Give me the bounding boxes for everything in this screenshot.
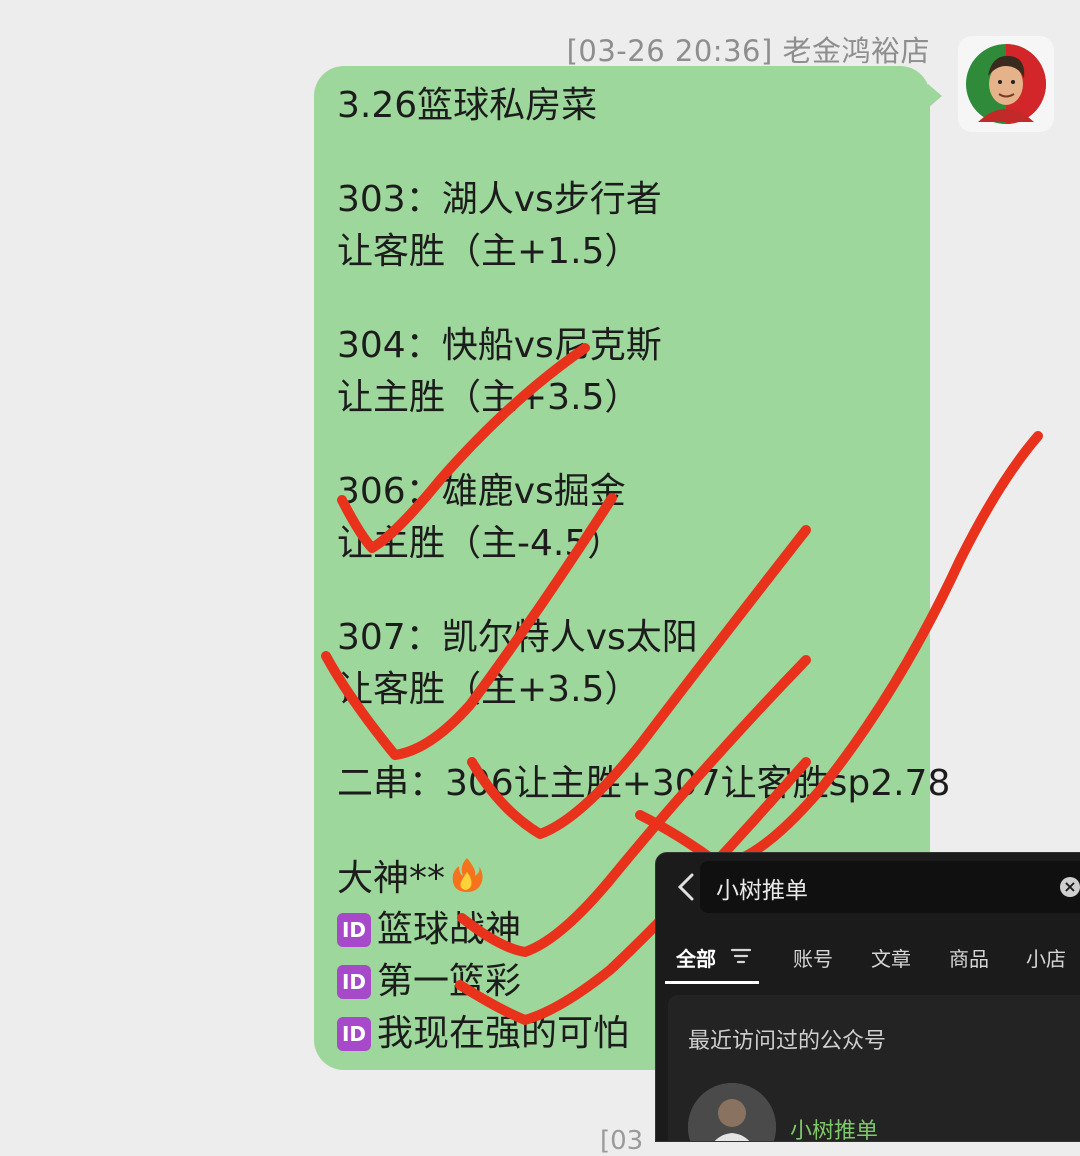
match-line-307: 307：凯尔特人vs太阳: [337, 617, 698, 658]
search-input[interactable]: 小树推单 ×: [700, 861, 1080, 913]
back-arrow-icon[interactable]: [672, 871, 700, 903]
search-query: 小树推单: [716, 878, 808, 904]
tab-all[interactable]: 全部: [676, 943, 716, 972]
id-line-text: 第一篮彩: [377, 961, 522, 1002]
search-tabs: 全部 账号 文章 商品 小店: [656, 923, 1080, 987]
pick-line-306: 让主胜（主-4.5）: [337, 523, 624, 564]
next-message-timestamp: [03: [600, 1126, 644, 1156]
match-line-303: 303：湖人vs步行者: [337, 179, 662, 220]
pick-line-307: 让客胜（主+3.5）: [337, 669, 641, 710]
id-line-1: ID 篮球战神: [337, 908, 521, 952]
clear-icon[interactable]: ×: [1060, 877, 1080, 897]
pick-line-304: 让主胜（主+3.5）: [337, 377, 641, 418]
id-line-2: ID 第一篮彩: [337, 960, 521, 1004]
match-line-304: 304：快船vs尼克斯: [337, 325, 662, 366]
pick-line-303: 让客胜（主+1.5）: [337, 231, 641, 272]
filter-icon[interactable]: [730, 947, 752, 969]
id-line-text: 我现在强的可怕: [377, 1013, 630, 1054]
id-line-3: ID 我现在强的可怕: [337, 1012, 629, 1056]
id-line-text: 篮球战神: [377, 909, 522, 950]
id-badge-icon: ID: [337, 965, 371, 999]
sender-avatar[interactable]: [958, 36, 1054, 132]
message-bubble-tail: [928, 84, 942, 108]
signature-line: 大神**: [337, 856, 485, 900]
active-tab-indicator: [665, 981, 759, 984]
match-line-306: 306：雄鹿vs掘金: [337, 471, 626, 512]
search-bar-row: 小树推单 ×: [656, 853, 1080, 921]
id-badge-icon: ID: [337, 1017, 371, 1051]
message-sender-header: [03-26 20:36] 老金鸿裕店: [566, 34, 930, 68]
account-avatar[interactable]: 17: [688, 1083, 776, 1141]
tab-products[interactable]: 商品: [949, 943, 989, 972]
search-panel: 小树推单 × 全部 账号 文章 商品 小店 最近访问过的公众号 17 小树推单: [655, 852, 1080, 1142]
tab-shops[interactable]: 小店: [1026, 943, 1066, 972]
parlay-line: 二串：306让主胜+307让客胜sp2.78: [337, 763, 951, 804]
tab-articles[interactable]: 文章: [871, 943, 911, 972]
recent-accounts-section: 最近访问过的公众号 17 小树推单: [668, 995, 1080, 1141]
account-name-link[interactable]: 小树推单: [790, 1113, 878, 1141]
tab-accounts[interactable]: 账号: [793, 943, 833, 972]
id-badge-icon: ID: [337, 913, 371, 947]
signature-text: 大神**: [337, 858, 446, 899]
message-title: 3.26篮球私房菜: [337, 85, 598, 126]
section-title: 最近访问过的公众号: [688, 1029, 887, 1054]
fire-icon: [449, 856, 485, 905]
avatar-portrait-icon: [966, 44, 1046, 124]
